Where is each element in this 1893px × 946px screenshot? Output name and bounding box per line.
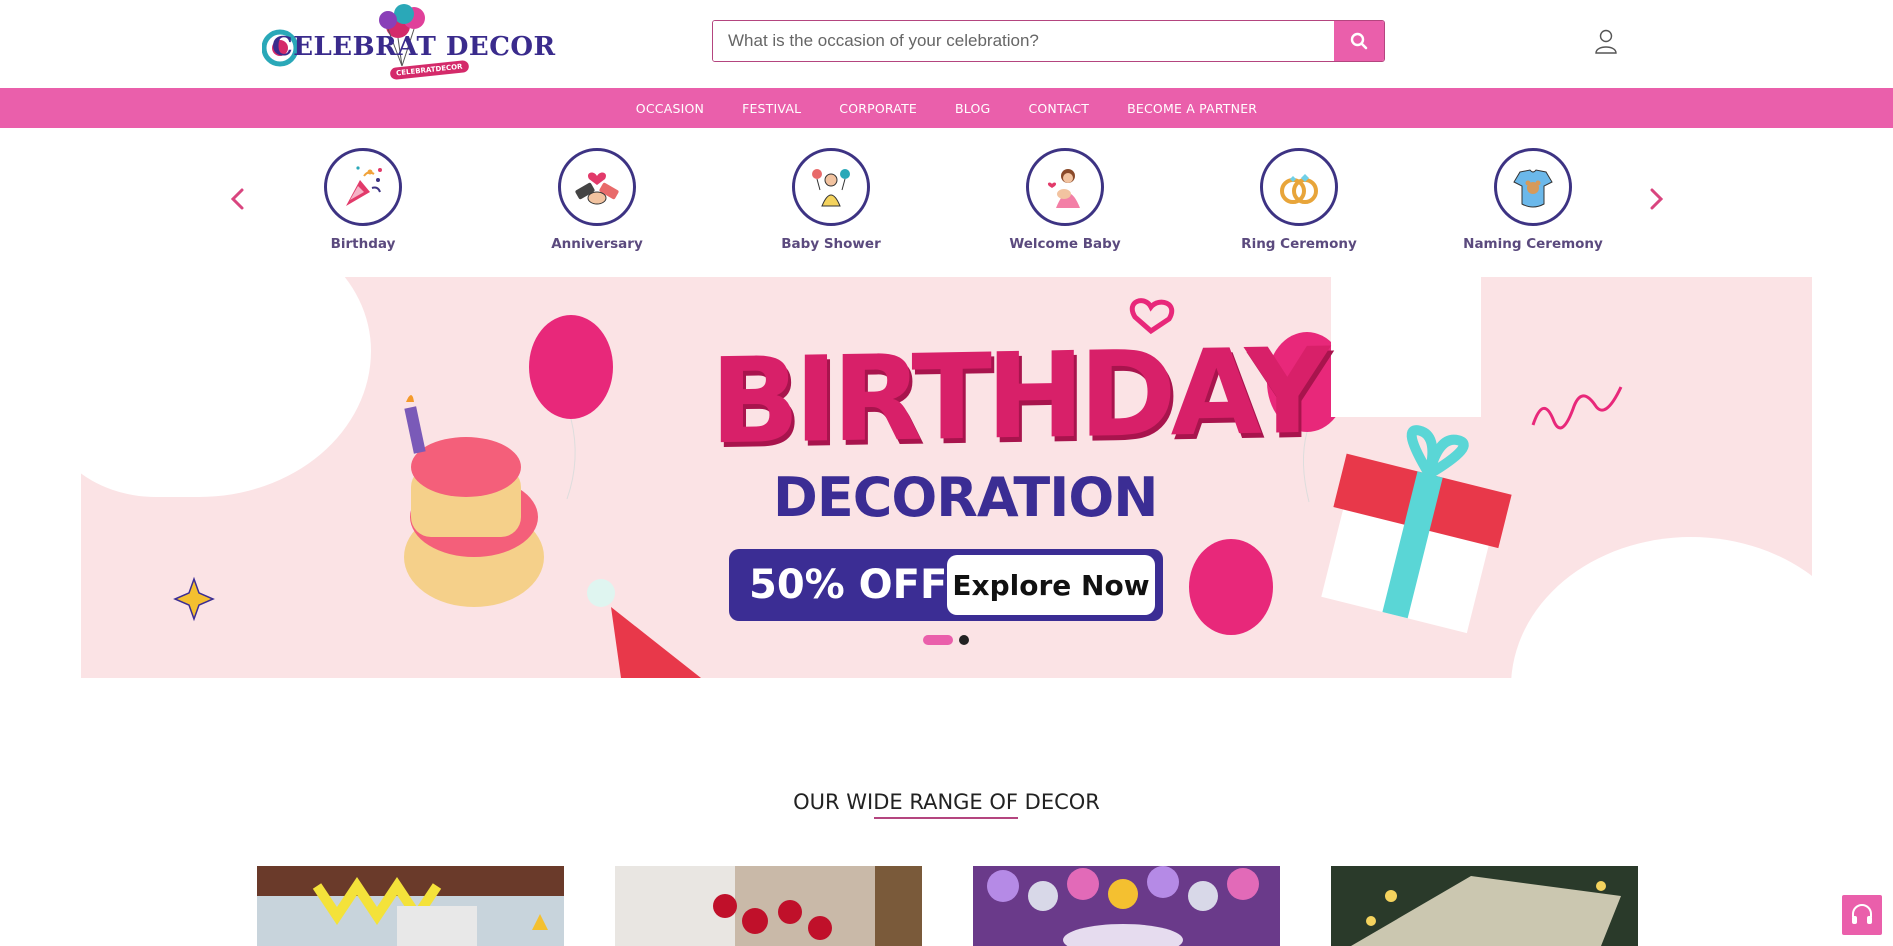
- nav-corporate[interactable]: CORPORATE: [839, 101, 917, 116]
- handshake-heart-icon: [558, 148, 636, 226]
- banner-title: BIRTHDAY: [710, 321, 1325, 471]
- nav-become-partner[interactable]: BECOME A PARTNER: [1127, 101, 1257, 116]
- logo-text: CELEBRAT DECOR: [272, 32, 556, 62]
- offer-text: 50% OFF: [749, 562, 948, 608]
- category-baby-shower[interactable]: Baby Shower: [751, 148, 911, 252]
- category-carousel: Birthday Anniversary Baby Shower Welcome…: [0, 140, 1893, 260]
- carousel-dot[interactable]: [959, 635, 969, 645]
- party-popper-icon: [324, 148, 402, 226]
- banner-subtitle: DECORATION: [773, 466, 1158, 529]
- baby-shower-icon: [792, 148, 870, 226]
- nav-blog[interactable]: BLOG: [955, 101, 990, 116]
- site-header: CELEBRAT DECOR CELEBRATDECOR: [0, 0, 1893, 88]
- category-label: Welcome Baby: [1009, 236, 1121, 252]
- decor-tile[interactable]: [1331, 866, 1638, 946]
- category-birthday[interactable]: Birthday: [283, 148, 443, 252]
- decor-tile[interactable]: [615, 866, 922, 946]
- category-label: Baby Shower: [781, 236, 881, 252]
- search-bar: [712, 20, 1385, 62]
- category-label: Anniversary: [551, 236, 643, 252]
- rings-icon: [1260, 148, 1338, 226]
- search-button[interactable]: [1334, 21, 1384, 61]
- decor-tile[interactable]: [973, 866, 1280, 946]
- decor-image: [1331, 866, 1638, 946]
- decor-image: [973, 866, 1280, 946]
- headset-icon: [1852, 904, 1872, 924]
- category-naming-ceremony[interactable]: Naming Ceremony: [1453, 148, 1613, 252]
- category-anniversary[interactable]: Anniversary: [517, 148, 677, 252]
- search-input[interactable]: [713, 21, 1334, 61]
- site-logo[interactable]: CELEBRAT DECOR CELEBRATDECOR: [262, 4, 555, 82]
- category-label: Ring Ceremony: [1241, 236, 1357, 252]
- category-ring-ceremony[interactable]: Ring Ceremony: [1219, 148, 1379, 252]
- user-account-icon[interactable]: [1594, 28, 1618, 54]
- baby-onesie-icon: [1494, 148, 1572, 226]
- decor-tile[interactable]: [257, 866, 564, 946]
- decor-image: [615, 866, 922, 946]
- nav-occasion[interactable]: OCCASION: [636, 101, 704, 116]
- hero-banner[interactable]: BIRTHDAY DECORATION 50% OFF Explore Now: [81, 277, 1812, 678]
- chevron-left-icon[interactable]: [228, 184, 248, 214]
- nav-festival[interactable]: FESTIVAL: [742, 101, 801, 116]
- section-title: OUR WIDE RANGE OF DECOR: [793, 790, 1100, 814]
- decor-image: [257, 866, 564, 946]
- explore-now-button[interactable]: Explore Now: [947, 555, 1155, 615]
- chevron-right-icon[interactable]: [1646, 184, 1666, 214]
- mother-baby-icon: [1026, 148, 1104, 226]
- search-icon: [1350, 32, 1368, 50]
- carousel-dots: [923, 635, 969, 645]
- support-chat-button[interactable]: [1842, 895, 1882, 935]
- promo-strip: 50% OFF Explore Now: [729, 549, 1163, 621]
- nav-contact[interactable]: CONTACT: [1028, 101, 1089, 116]
- category-label: Naming Ceremony: [1463, 236, 1603, 252]
- carousel-dot-active[interactable]: [923, 635, 953, 645]
- category-welcome-baby[interactable]: Welcome Baby: [985, 148, 1145, 252]
- category-label: Birthday: [330, 236, 396, 252]
- section-title-underline: [874, 817, 1018, 819]
- main-nav: OCCASION FESTIVAL CORPORATE BLOG CONTACT…: [0, 88, 1893, 128]
